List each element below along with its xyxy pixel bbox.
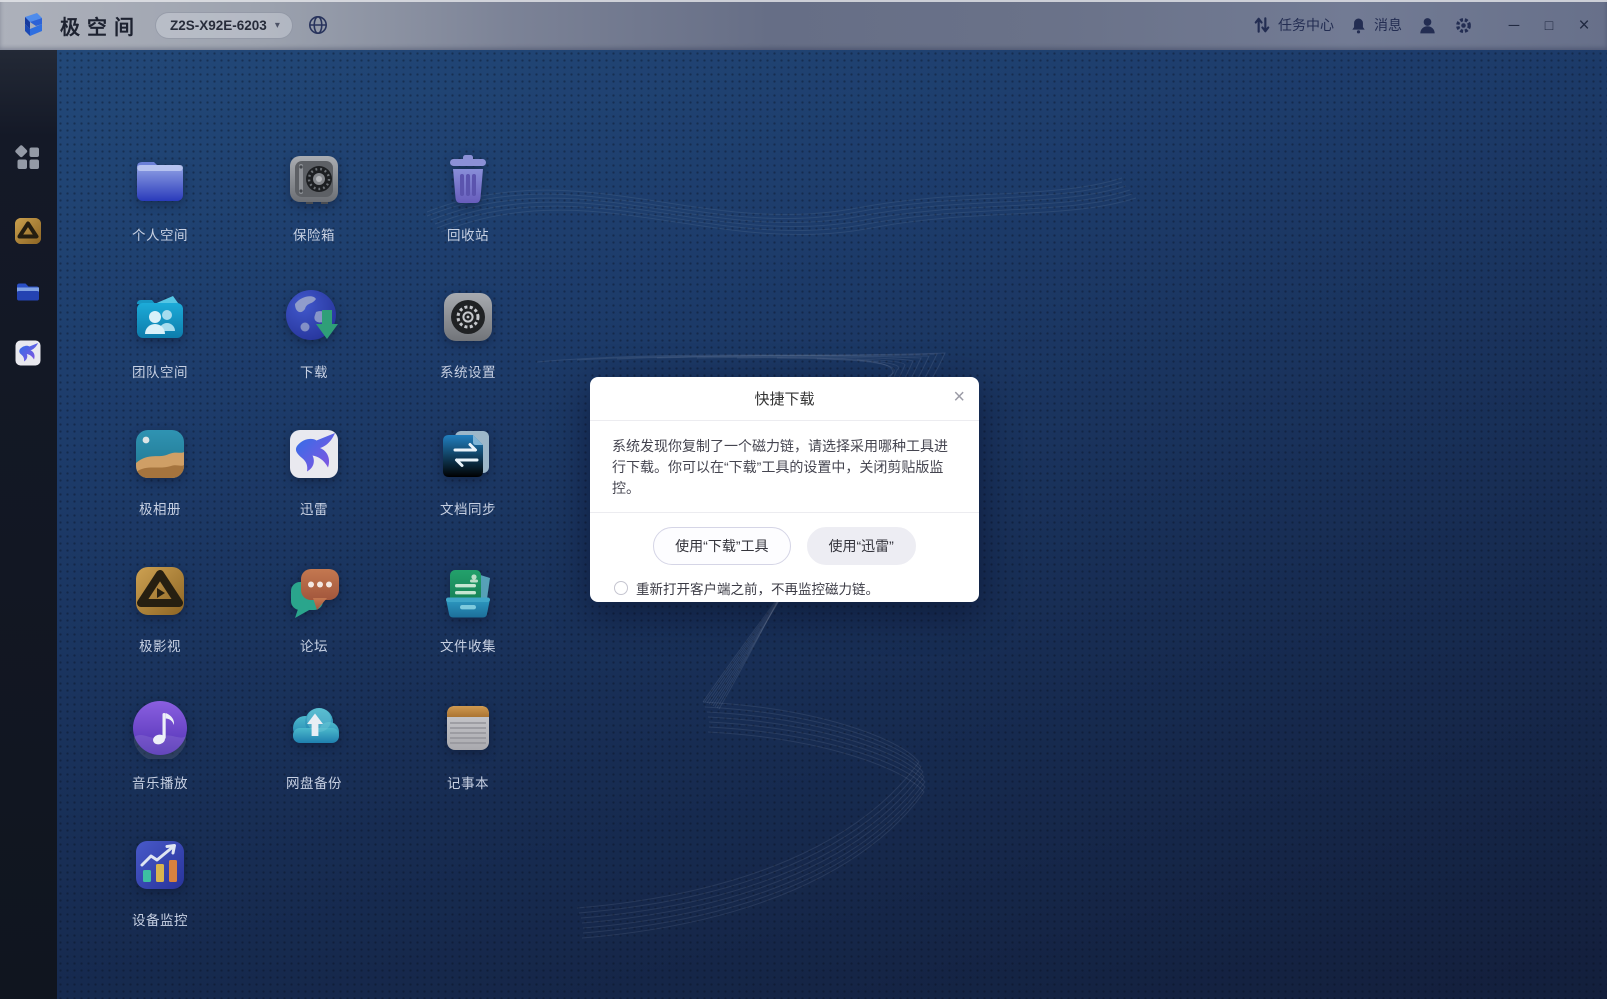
cloud-backup-icon — [283, 697, 345, 759]
dialog-close-icon[interactable]: × — [953, 387, 965, 407]
app-label: 记事本 — [447, 772, 489, 792]
app-system-settings[interactable]: 系统设置 — [391, 286, 545, 423]
doc-sync-icon — [437, 423, 499, 485]
messages-label: 消息 — [1374, 15, 1402, 35]
thunder-icon — [283, 423, 345, 485]
quick-download-dialog: 快捷下载 × 系统发现你复制了一个磁力链，请选择采用哪种工具进行下载。你可以在“… — [590, 377, 979, 602]
dialog-title: 快捷下载 — [754, 388, 814, 409]
task-center-icon — [1252, 15, 1272, 35]
app-label: 网盘备份 — [286, 772, 342, 792]
app-label: 回收站 — [447, 224, 489, 244]
app-label: 极相册 — [139, 498, 181, 518]
dialog-buttons: 使用“下载”工具 使用“迅雷” — [590, 513, 979, 565]
use-download-tool-button[interactable]: 使用“下载”工具 — [653, 527, 790, 565]
app-personal-space[interactable]: 个人空间 — [83, 149, 237, 286]
system-settings-icon — [437, 286, 499, 348]
sidebar-item-app-grid[interactable] — [10, 140, 46, 176]
device-monitor-icon — [129, 834, 191, 896]
globe-icon[interactable] — [307, 14, 329, 36]
movies-icon — [129, 560, 191, 622]
device-name: Z2S-X92E-6203 — [170, 18, 267, 33]
app-window: 极空间 Z2S-X92E-6203 ▾ — [0, 0, 1607, 999]
brand: 极空间 — [18, 10, 141, 40]
no-monitor-option: 重新打开客户端之前，不再监控磁力链。 — [590, 565, 979, 598]
messages-button[interactable]: 消息 — [1349, 15, 1402, 35]
no-monitor-label[interactable]: 重新打开客户端之前，不再监控磁力链。 — [636, 578, 879, 598]
thunder-mini-icon — [14, 339, 42, 367]
bell-icon — [1349, 16, 1368, 35]
dialog-header: 快捷下载 × — [590, 377, 979, 421]
app-label: 文档同步 — [440, 498, 496, 518]
chevron-down-icon: ▾ — [275, 20, 280, 31]
safe-box-icon — [283, 149, 345, 211]
task-center-button[interactable]: 任务中心 — [1252, 15, 1334, 35]
app-download[interactable]: 下载 — [237, 286, 391, 423]
app-grid-icon — [15, 145, 41, 171]
desktop-icon-grid: 个人空间 保险箱 — [83, 149, 545, 971]
user-icon[interactable] — [1417, 15, 1438, 36]
app-label: 设备监控 — [132, 909, 188, 929]
device-selector[interactable]: Z2S-X92E-6203 ▾ — [155, 12, 293, 39]
forum-icon — [283, 560, 345, 622]
app-team-space[interactable]: 团队空间 — [83, 286, 237, 423]
sidebar-item-files[interactable] — [10, 274, 46, 310]
task-center-label: 任务中心 — [1278, 15, 1334, 35]
app-label: 团队空间 — [132, 361, 188, 381]
app-thunder[interactable]: 迅雷 — [237, 423, 391, 560]
app-label: 系统设置 — [440, 361, 496, 381]
notepad-icon — [437, 697, 499, 759]
team-space-icon — [129, 286, 191, 348]
app-forum[interactable]: 论坛 — [237, 560, 391, 697]
download-icon — [283, 286, 345, 348]
app-device-monitor[interactable]: 设备监控 — [83, 834, 237, 971]
sidebar-item-thunder[interactable] — [10, 335, 46, 371]
app-title: 极空间 — [60, 11, 141, 40]
photo-album-icon — [129, 423, 191, 485]
app-notepad[interactable]: 记事本 — [391, 697, 545, 834]
app-label: 保险箱 — [293, 224, 335, 244]
app-label: 文件收集 — [440, 635, 496, 655]
app-photo-album[interactable]: 极相册 — [83, 423, 237, 560]
dialog-body-text: 系统发现你复制了一个磁力链，请选择采用哪种工具进行下载。你可以在“下载”工具的设… — [590, 421, 979, 512]
minimize-button[interactable]: ─ — [1505, 18, 1523, 33]
app-label: 极影视 — [139, 635, 181, 655]
recycle-bin-icon — [437, 149, 499, 211]
zspace-logo-icon — [18, 10, 48, 40]
app-label: 下载 — [300, 361, 328, 381]
app-music-player[interactable]: 音乐播放 — [83, 697, 237, 834]
no-monitor-radio[interactable] — [614, 581, 628, 595]
folder-mini-icon — [14, 278, 42, 306]
music-player-icon — [129, 697, 191, 759]
movies-mini-icon — [14, 217, 42, 245]
sidebar — [0, 50, 57, 999]
app-label: 论坛 — [300, 635, 328, 655]
app-recycle-bin[interactable]: 回收站 — [391, 149, 545, 286]
close-window-button[interactable]: × — [1575, 16, 1593, 35]
sidebar-item-movies[interactable] — [10, 213, 46, 249]
app-doc-sync[interactable]: 文档同步 — [391, 423, 545, 560]
app-label: 迅雷 — [300, 498, 328, 518]
app-label: 音乐播放 — [132, 772, 188, 792]
app-file-collect[interactable]: 文件收集 — [391, 560, 545, 697]
gear-icon[interactable] — [1453, 15, 1474, 36]
file-collect-icon — [437, 560, 499, 622]
app-cloud-backup[interactable]: 网盘备份 — [237, 697, 391, 834]
app-movies[interactable]: 极影视 — [83, 560, 237, 697]
app-label: 个人空间 — [132, 224, 188, 244]
app-safe-box[interactable]: 保险箱 — [237, 149, 391, 286]
use-thunder-button[interactable]: 使用“迅雷” — [807, 527, 916, 565]
maximize-button[interactable]: □ — [1540, 18, 1558, 32]
topbar: 极空间 Z2S-X92E-6203 ▾ — [0, 0, 1607, 50]
personal-space-icon — [129, 149, 191, 211]
